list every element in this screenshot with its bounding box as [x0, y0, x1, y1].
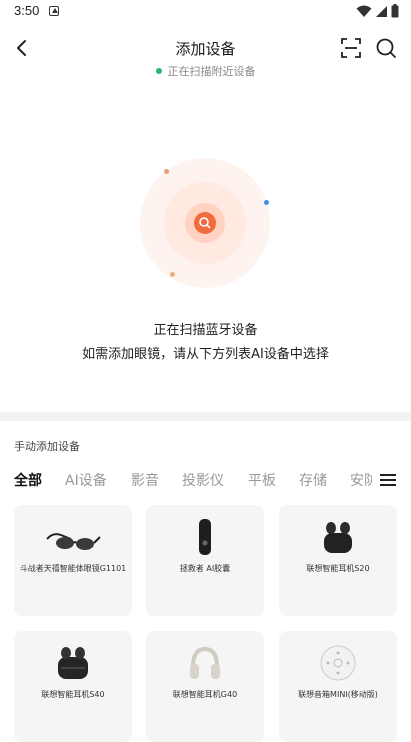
tab-ai-devices[interactable]: AI设备: [65, 470, 107, 490]
capsule-icon: [199, 519, 211, 555]
radar-dot: [164, 169, 169, 174]
device-card[interactable]: 联想智能耳机S20: [279, 505, 397, 616]
status-time: 3:50: [14, 3, 40, 18]
earbuds-icon: [324, 522, 352, 553]
tab-security[interactable]: 安防: [350, 470, 372, 490]
device-card[interactable]: 联想音箱MINI(移动版): [279, 631, 397, 742]
scanning-dot-icon: [155, 68, 162, 74]
search-icon[interactable]: [374, 36, 398, 60]
category-tabs: 全部 AI设备 影音 投影仪 平板 存储 安防: [0, 466, 411, 494]
tab-storage[interactable]: 存储: [299, 470, 327, 490]
radar-core: [194, 212, 216, 234]
device-name: 联想智能耳机S40: [41, 690, 105, 699]
headphones-icon: [190, 646, 220, 679]
radar-dot: [170, 272, 175, 277]
earbuds-icon: [58, 647, 88, 679]
device-card[interactable]: 斗战者天禧智能体眼镜G1101: [14, 505, 132, 616]
device-name: 联想音箱MINI(移动版): [298, 690, 378, 699]
device-name: 拯救者 AI胶囊: [179, 564, 231, 573]
radar-search-icon: [199, 217, 211, 229]
scan-status-text: 正在扫描附近设备: [167, 65, 256, 78]
battery-icon: [391, 4, 399, 18]
system-icons: [356, 4, 399, 18]
wifi-icon: [356, 5, 372, 17]
device-card[interactable]: 联想智能耳机G40: [146, 631, 264, 742]
section-divider: [0, 412, 411, 421]
notification-icon: [49, 6, 59, 16]
device-name: 斗战者天禧智能体眼镜G1101: [19, 564, 127, 573]
manual-add-title: 手动添加设备: [14, 440, 80, 453]
tab-audio-video[interactable]: 影音: [131, 470, 159, 490]
radar-animation: [140, 158, 270, 288]
menu-icon[interactable]: [380, 474, 396, 488]
scan-qr-icon[interactable]: [339, 36, 363, 60]
tab-all[interactable]: 全部: [14, 470, 42, 490]
device-name: 联想智能耳机S20: [306, 564, 370, 573]
scan-message: 正在扫描蓝牙设备: [153, 323, 258, 338]
signal-icon: [376, 5, 387, 17]
tab-projector[interactable]: 投影仪: [182, 470, 224, 490]
device-name: 联想智能耳机G40: [172, 690, 238, 699]
speaker-icon: [320, 645, 356, 681]
scan-hint: 如需添加眼镜，请从下方列表AI设备中选择: [82, 347, 329, 362]
device-card[interactable]: 联想智能耳机S40: [14, 631, 132, 742]
device-card[interactable]: 拯救者 AI胶囊: [146, 505, 264, 616]
radar-dot: [264, 200, 269, 205]
glasses-icon: [46, 533, 101, 550]
status-bar: 3:50: [0, 0, 411, 24]
tab-tablet[interactable]: 平板: [248, 470, 276, 490]
scan-status: 正在扫描附近设备: [0, 63, 411, 79]
